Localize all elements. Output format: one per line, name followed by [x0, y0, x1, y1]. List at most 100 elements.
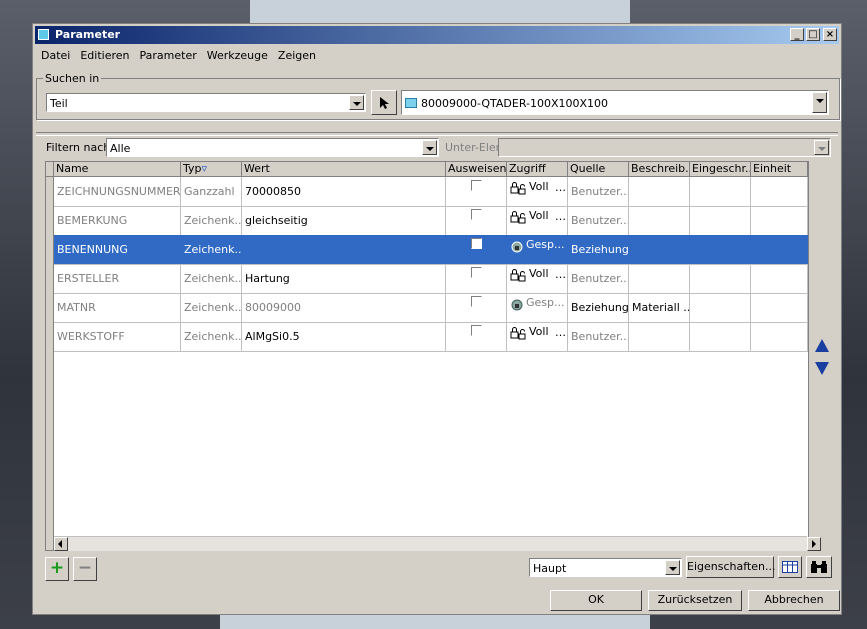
access-value: Voll — [529, 180, 549, 193]
cancel-button[interactable]: Abbrechen — [748, 590, 840, 611]
cell-wert[interactable]: gleichseitig — [242, 206, 446, 235]
cell-typ: Zeichenk... — [181, 322, 242, 351]
column-header-ausweisen[interactable]: Ausweisen — [446, 162, 507, 176]
scroll-down-icon[interactable] — [815, 362, 829, 375]
column-header-typ[interactable]: Typ▿ — [181, 162, 242, 176]
table-row-selected[interactable]: BENENNUNG Zeichenk... Gesp... Beziehung — [54, 235, 808, 265]
minimize-icon[interactable]: _ — [790, 28, 804, 41]
cell-wert[interactable]: Hartung — [242, 264, 446, 293]
more-icon[interactable]: … — [555, 268, 566, 281]
menu-werkzeuge[interactable]: Werkzeuge — [201, 46, 272, 62]
menu-parameter[interactable]: Parameter — [134, 46, 201, 62]
reset-button[interactable]: Zurücksetzen — [648, 590, 742, 611]
cell-beschreibung — [629, 206, 690, 235]
view-select[interactable]: Haupt — [529, 558, 682, 577]
designate-checkbox[interactable] — [471, 296, 482, 307]
designate-checkbox[interactable] — [471, 267, 482, 278]
scroll-right-button[interactable] — [807, 537, 821, 551]
table-row[interactable]: ZEICHNUNGSNUMMER Ganzzahl 70000850 Voll … — [54, 177, 808, 207]
table-icon[interactable] — [778, 556, 802, 578]
scroll-up-icon[interactable] — [815, 339, 829, 352]
chevron-down-icon[interactable] — [665, 560, 680, 575]
filter-select[interactable]: Alle — [106, 138, 439, 157]
access-value: Voll — [529, 267, 549, 280]
menu-zeigen[interactable]: Zeigen — [272, 46, 320, 62]
background-drawing — [250, 0, 630, 24]
lock-icon — [510, 182, 526, 195]
cell-wert[interactable]: AlMgSi0.5 — [242, 322, 446, 351]
horizontal-scrollbar[interactable] — [54, 536, 821, 551]
cell-typ: Zeichenk... — [181, 293, 242, 322]
maximize-icon[interactable]: □ — [806, 28, 820, 41]
cell-einheit — [751, 264, 808, 293]
cell-einheit — [751, 177, 808, 206]
column-header-eingeschraenkt[interactable]: Eingeschr... — [690, 162, 751, 176]
view-value: Haupt — [533, 562, 567, 575]
cell-wert[interactable]: 80009000 — [242, 293, 446, 322]
ok-button[interactable]: OK — [550, 590, 642, 611]
scroll-left-button[interactable] — [54, 537, 68, 551]
access-value: Gesp... — [526, 296, 565, 309]
remove-icon[interactable]: − — [73, 557, 97, 581]
cell-einheit — [751, 293, 808, 322]
table-row[interactable]: BEMERKUNG Zeichenk... gleichseitig Voll … — [54, 206, 808, 236]
chevron-down-icon[interactable] — [349, 95, 364, 110]
cell-einheit — [751, 235, 808, 264]
chevron-down-icon[interactable] — [812, 92, 827, 113]
title-bar[interactable]: Parameter _ □ × — [35, 26, 839, 44]
table-row[interactable]: ERSTELLER Zeichenk... Hartung Voll … Ben… — [54, 264, 808, 294]
more-icon[interactable]: … — [555, 181, 566, 194]
cell-ausweisen — [446, 206, 507, 235]
cell-zugriff[interactable]: Voll … — [507, 264, 568, 293]
cell-name: WERKSTOFF — [54, 322, 181, 351]
cell-zugriff[interactable]: Voll … — [507, 177, 568, 206]
window-title: Parameter — [55, 28, 121, 41]
filter-icon[interactable]: ▿ — [202, 162, 208, 175]
search-scope-select[interactable]: Teil — [46, 93, 366, 112]
menu-datei[interactable]: Datei — [35, 46, 74, 62]
access-value: Voll — [529, 209, 549, 222]
cell-quelle: Benutzer... — [568, 322, 629, 351]
access-value: Voll — [529, 325, 549, 338]
column-header-name[interactable]: Name — [54, 162, 181, 176]
more-icon[interactable]: … — [555, 326, 566, 339]
cell-eingeschraenkt — [690, 322, 751, 351]
part-icon — [405, 98, 417, 108]
binoculars-icon[interactable] — [806, 556, 832, 578]
designate-checkbox[interactable] — [471, 180, 482, 191]
designate-checkbox[interactable] — [471, 238, 482, 249]
table-row[interactable]: WERKSTOFF Zeichenk... AlMgSi0.5 Voll … B… — [54, 322, 808, 352]
table-header: Name Typ▿ Wert Ausweisen Zugriff Quelle … — [46, 162, 808, 177]
cell-zugriff[interactable]: Gesp... — [507, 293, 568, 322]
cell-wert[interactable] — [242, 235, 446, 264]
cell-typ: Ganzzahl — [181, 177, 242, 206]
cell-zugriff[interactable]: Gesp... — [507, 235, 568, 264]
close-icon[interactable]: × — [823, 28, 837, 41]
column-header-quelle[interactable]: Quelle — [568, 162, 629, 176]
filter-value: Alle — [110, 142, 131, 155]
chevron-down-icon[interactable] — [422, 140, 437, 155]
select-object-button[interactable] — [371, 90, 397, 115]
column-header-beschreibung[interactable]: Beschreib... — [629, 162, 690, 176]
table-grid-glyph — [782, 561, 798, 573]
add-icon[interactable]: + — [45, 557, 69, 581]
column-header-wert[interactable]: Wert — [242, 162, 446, 176]
column-header-zugriff[interactable]: Zugriff — [507, 162, 568, 176]
designate-checkbox[interactable] — [471, 209, 482, 220]
properties-button[interactable]: Eigenschaften... — [686, 556, 775, 578]
menu-editieren[interactable]: Editieren — [74, 46, 133, 62]
pointer-icon — [380, 97, 389, 109]
search-group-label: Suchen in — [43, 72, 102, 85]
cell-zugriff[interactable]: Voll … — [507, 322, 568, 351]
cell-ausweisen — [446, 235, 507, 264]
column-header-einheit[interactable]: Einheit — [751, 162, 808, 176]
sub-element-select — [498, 138, 831, 157]
cell-zugriff[interactable]: Voll … — [507, 206, 568, 235]
more-icon[interactable]: … — [555, 210, 566, 223]
cell-eingeschraenkt — [690, 177, 751, 206]
table-row[interactable]: MATNR Zeichenk... 80009000 Gesp... Bezie… — [54, 293, 808, 323]
cell-wert[interactable]: 70000850 — [242, 177, 446, 206]
designate-checkbox[interactable] — [471, 325, 482, 336]
object-select[interactable]: 80009000-QTADER-100X100X100 — [401, 90, 829, 115]
cell-name: BENENNUNG — [54, 235, 181, 264]
